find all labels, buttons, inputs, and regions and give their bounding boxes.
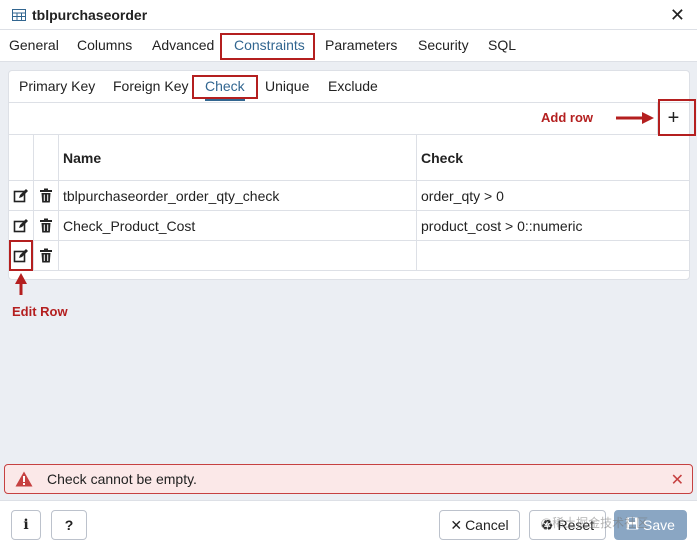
table-row bbox=[9, 241, 689, 271]
help-icon: ? bbox=[64, 517, 74, 533]
edit-row-annotation: Edit Row bbox=[12, 304, 68, 319]
header-delete-cell bbox=[34, 135, 59, 180]
save-icon bbox=[626, 517, 639, 533]
recycle-icon: ♻ bbox=[540, 516, 554, 533]
check-grid: Name Check tblpurchaseorder_order_qty_ch… bbox=[9, 135, 689, 271]
tab-general[interactable]: General bbox=[9, 30, 59, 62]
cancel-label: Cancel bbox=[465, 517, 509, 533]
subtab-primary-key[interactable]: Primary Key bbox=[19, 71, 95, 103]
tab-parameters[interactable]: Parameters bbox=[325, 30, 397, 62]
save-label: Save bbox=[643, 517, 675, 533]
reset-label: Reset bbox=[557, 517, 595, 533]
table-icon bbox=[12, 8, 26, 21]
save-button[interactable]: Save bbox=[614, 510, 687, 540]
constraint-check[interactable]: product_cost > 0::numeric bbox=[417, 211, 689, 240]
trash-icon[interactable] bbox=[39, 188, 53, 203]
window-title: tblpurchaseorder bbox=[32, 6, 148, 23]
edit-cell bbox=[9, 211, 34, 240]
constraint-name[interactable]: tblpurchaseorder_order_qty_check bbox=[59, 181, 417, 210]
edit-icon[interactable] bbox=[13, 188, 29, 204]
info-button[interactable]: i bbox=[11, 510, 41, 540]
tab-sql[interactable]: SQL bbox=[488, 30, 516, 62]
title-bar: tblpurchaseorder ✕ bbox=[0, 0, 697, 30]
dismiss-error-icon[interactable]: ✕ bbox=[671, 470, 684, 490]
reset-button[interactable]: ♻ Reset bbox=[529, 510, 606, 540]
trash-icon[interactable] bbox=[39, 218, 53, 233]
subtab-unique[interactable]: Unique bbox=[265, 71, 309, 103]
plus-icon: + bbox=[667, 107, 680, 129]
error-bar: Check cannot be empty. ✕ bbox=[4, 464, 693, 494]
trash-icon[interactable] bbox=[39, 248, 53, 263]
header-check: Check bbox=[421, 149, 464, 166]
close-icon[interactable]: ✕ bbox=[670, 5, 685, 25]
table-row: Check_Product_Cost product_cost > 0::num… bbox=[9, 211, 689, 241]
subtab-check[interactable]: Check bbox=[205, 71, 245, 103]
arrow-up-icon bbox=[15, 273, 27, 295]
constraint-check[interactable]: order_qty > 0 bbox=[417, 181, 689, 210]
info-icon: i bbox=[23, 517, 29, 533]
header-edit-cell bbox=[9, 135, 34, 180]
arrow-right-icon bbox=[616, 112, 654, 124]
edit-cell bbox=[9, 181, 34, 210]
grid-header-row: Name Check bbox=[9, 135, 689, 181]
tab-columns[interactable]: Columns bbox=[77, 30, 132, 62]
add-row-button[interactable]: + bbox=[657, 103, 689, 135]
add-row-annotation: Add row bbox=[541, 110, 593, 125]
close-icon: ✕ bbox=[450, 516, 463, 533]
help-button[interactable]: ? bbox=[51, 510, 87, 540]
subtab-exclude[interactable]: Exclude bbox=[328, 71, 378, 103]
tab-constraints[interactable]: Constraints bbox=[234, 30, 305, 62]
constraint-name[interactable]: Check_Product_Cost bbox=[59, 211, 417, 240]
check-constraints-panel: Primary Key Foreign Key Check Unique Exc… bbox=[8, 70, 690, 280]
delete-cell bbox=[34, 181, 59, 210]
cancel-button[interactable]: ✕ Cancel bbox=[439, 510, 520, 540]
edit-icon[interactable] bbox=[13, 218, 29, 234]
edit-cell bbox=[9, 241, 34, 270]
constraint-check[interactable] bbox=[417, 241, 689, 270]
main-tabs: General Columns Advanced Constraints Par… bbox=[0, 30, 697, 62]
edit-icon[interactable] bbox=[13, 248, 29, 264]
tab-advanced[interactable]: Advanced bbox=[152, 30, 214, 62]
constraint-sub-tabs: Primary Key Foreign Key Check Unique Exc… bbox=[9, 71, 689, 103]
constraint-name[interactable] bbox=[59, 241, 417, 270]
table-row: tblpurchaseorder_order_qty_check order_q… bbox=[9, 181, 689, 211]
delete-cell bbox=[34, 241, 59, 270]
header-name: Name bbox=[59, 135, 417, 180]
tab-security[interactable]: Security bbox=[418, 30, 469, 62]
delete-cell bbox=[34, 211, 59, 240]
dialog-footer: i ? ✕ Cancel ♻ Reset Save bbox=[0, 500, 697, 544]
warning-icon bbox=[15, 471, 33, 487]
content-area: Primary Key Foreign Key Check Unique Exc… bbox=[0, 62, 697, 500]
error-message: Check cannot be empty. bbox=[47, 471, 197, 487]
subtab-foreign-key[interactable]: Foreign Key bbox=[113, 71, 188, 103]
